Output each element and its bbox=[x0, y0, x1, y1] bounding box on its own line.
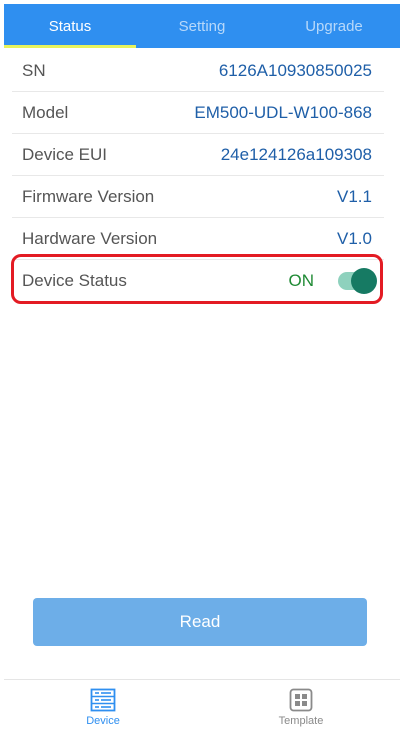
device-status-screen: Status Setting Upgrade SN 6126A109308500… bbox=[0, 0, 404, 737]
model-row: Model EM500-UDL-W100-868 bbox=[12, 92, 384, 134]
tab-upgrade[interactable]: Upgrade bbox=[268, 4, 400, 48]
read-button[interactable]: Read bbox=[33, 598, 367, 646]
bottom-navigation: Device Template bbox=[4, 679, 400, 734]
device-eui-label: Device EUI bbox=[22, 144, 108, 164]
hardware-version-label: Hardware Version bbox=[22, 228, 158, 248]
device-status-toggle[interactable] bbox=[338, 267, 377, 294]
device-status-row: Device Status ON bbox=[12, 260, 384, 301]
device-status-control: ON bbox=[288, 267, 385, 294]
device-info-list: SN 6126A10930850025 Model EM500-UDL-W100… bbox=[12, 50, 384, 301]
tab-status[interactable]: Status bbox=[4, 4, 136, 48]
firmware-version-label: Firmware Version bbox=[22, 186, 155, 206]
tab-upgrade-label: Upgrade bbox=[305, 17, 363, 35]
device-status-value: ON bbox=[288, 270, 315, 290]
tab-status-label: Status bbox=[48, 17, 92, 35]
toggle-knob bbox=[351, 267, 377, 294]
hardware-version-value: V1.0 bbox=[337, 228, 372, 248]
sn-value: 6126A10930850025 bbox=[218, 60, 372, 80]
tab-setting[interactable]: Setting bbox=[136, 4, 268, 48]
nav-template-label: Template bbox=[278, 714, 324, 727]
firmware-version-value: V1.1 bbox=[337, 186, 372, 206]
firmware-version-row: Firmware Version V1.1 bbox=[12, 176, 384, 218]
device-eui-row: Device EUI 24e124126a109308 bbox=[12, 134, 384, 176]
sn-label: SN bbox=[22, 60, 46, 80]
template-icon bbox=[289, 688, 313, 712]
model-value: EM500-UDL-W100-868 bbox=[194, 102, 372, 122]
nav-device-label: Device bbox=[86, 714, 120, 727]
device-eui-value: 24e124126a109308 bbox=[220, 144, 372, 164]
read-button-label: Read bbox=[179, 612, 221, 631]
model-label: Model bbox=[22, 102, 69, 122]
tab-setting-label: Setting bbox=[178, 17, 226, 35]
device-icon bbox=[90, 688, 116, 712]
sn-row: SN 6126A10930850025 bbox=[12, 50, 384, 92]
nav-template[interactable]: Template bbox=[202, 680, 400, 734]
top-tab-bar: Status Setting Upgrade bbox=[4, 4, 400, 48]
nav-device[interactable]: Device bbox=[4, 680, 202, 734]
hardware-version-row: Hardware Version V1.0 bbox=[12, 218, 384, 260]
device-status-label: Device Status bbox=[22, 270, 127, 290]
